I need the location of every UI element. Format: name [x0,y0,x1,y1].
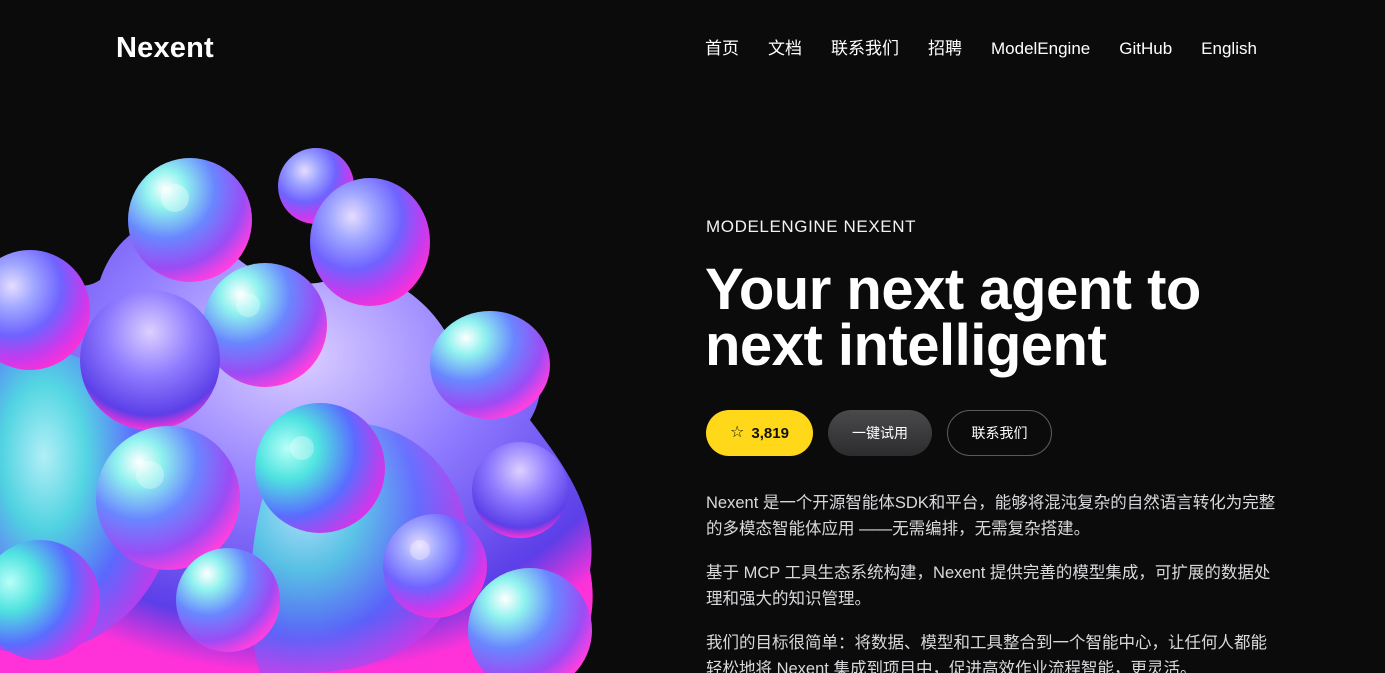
description-paragraph-2: 基于 MCP 工具生态系统构建，Nexent 提供完善的模型集成，可扩展的数据处… [706,564,1271,608]
description-paragraph-1: Nexent 是一个开源智能体SDK和平台，能够将混沌复杂的自然语言转化为完整的… [706,494,1276,538]
headline-line-2: next intelligent [705,313,1107,378]
eyebrow-label: MODELENGINE NEXENT [706,217,917,236]
nav-github[interactable]: GitHub [1119,38,1172,60]
nav-modelengine[interactable]: ModelEngine [991,38,1090,60]
hero-blob-illustration [0,148,593,673]
headline-line-1: Your next agent to [705,257,1201,322]
try-now-button[interactable]: 一键试用 [828,410,932,456]
star-icon: ☆ [730,424,745,441]
top-nav: 首页 文档 联系我们 招聘 ModelEngine GitHub English [705,38,1257,60]
nav-careers[interactable]: 招聘 [928,38,962,60]
description-paragraph-3: 我们的目标很简单：将数据、模型和工具整合到一个智能中心，让任何人都能轻松地将 N… [706,634,1267,673]
contact-us-button[interactable]: 联系我们 [947,410,1052,456]
nav-home[interactable]: 首页 [705,38,739,60]
page: Nexent 首页 文档 联系我们 招聘 ModelEngine GitHub … [0,0,1385,673]
nav-contact[interactable]: 联系我们 [831,38,899,60]
logo[interactable]: Nexent [116,32,214,65]
hero-actions: ☆ 3,819 一键试用 联系我们 [706,410,1052,456]
hero-headline: Your next agent to next intelligent [705,257,1305,378]
star-count: 3,819 [751,424,789,442]
nav-docs[interactable]: 文档 [768,38,802,60]
hero-description: Nexent 是一个开源智能体SDK和平台，能够将混沌复杂的自然语言转化为完整的… [706,490,1276,673]
github-star-button[interactable]: ☆ 3,819 [706,410,813,456]
nav-language[interactable]: English [1201,38,1257,60]
